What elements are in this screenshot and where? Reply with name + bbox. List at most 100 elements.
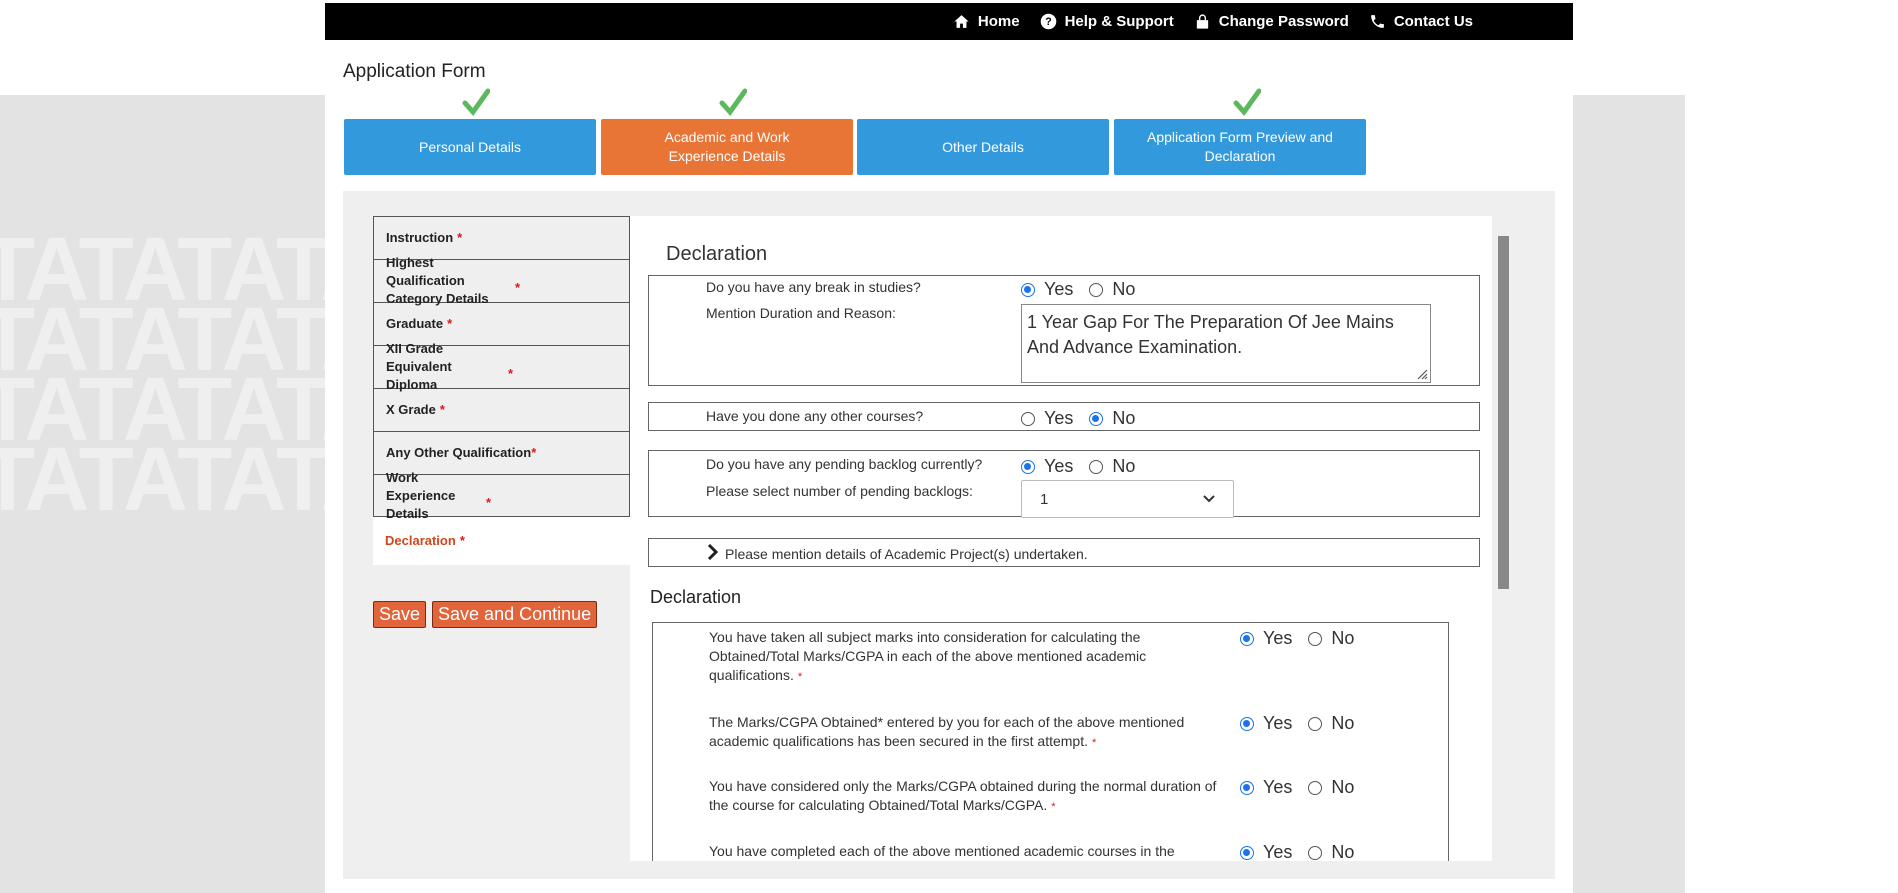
pending-backlog-radio-group: Yes No <box>1021 456 1135 477</box>
contact-us-label: Contact Us <box>1393 13 1473 30</box>
radio-button[interactable] <box>1240 716 1254 731</box>
declaration-1-no-option[interactable]: No <box>1308 628 1354 649</box>
required-marker: * <box>1051 801 1056 813</box>
select-value: 1 <box>1040 490 1049 508</box>
option-label: No <box>1112 279 1136 299</box>
duration-reason-value: 1 Year Gap For The Preparation Of Jee Ma… <box>1027 312 1394 357</box>
declaration-3-no-option[interactable]: No <box>1308 777 1354 798</box>
option-label: No <box>1331 713 1355 733</box>
svg-text:?: ? <box>1045 16 1051 28</box>
step-personal-details[interactable]: Personal Details <box>344 119 596 175</box>
backlog-yes-option[interactable]: Yes <box>1021 456 1073 477</box>
section-sidebar: Instruction * Highest Qualification Categ… <box>373 216 630 565</box>
backlog-no-option[interactable]: No <box>1089 456 1135 477</box>
declaration-item-1: You have taken all subject marks into co… <box>709 628 1219 687</box>
declaration-text: You have completed each of the above men… <box>709 843 1175 859</box>
help-icon: ? <box>1040 13 1056 30</box>
option-label: No <box>1331 628 1355 648</box>
declaration-4-yes-option[interactable]: Yes <box>1240 842 1292 861</box>
save-button[interactable]: Save <box>373 601 427 628</box>
checkmark-icon <box>1233 88 1261 116</box>
declaration-subtitle: Declaration <box>650 587 742 607</box>
break-no-option[interactable]: No <box>1089 279 1135 300</box>
declaration-text: You have taken all subject marks into co… <box>709 629 1147 683</box>
radio-button[interactable] <box>1308 780 1323 795</box>
form-actions: Save Save and Continue <box>373 601 598 628</box>
declaration-4-no-option[interactable]: No <box>1308 842 1354 861</box>
sidebar-item-xii-grade[interactable]: XII Grade Equivalent Diploma * <box>373 341 630 392</box>
declaration-panel: Declaration Do you have any break in stu… <box>630 216 1492 861</box>
chevron-right-icon[interactable] <box>707 544 719 560</box>
sidebar-item-declaration[interactable]: Declaration * <box>373 517 630 565</box>
declaration-1-yes-option[interactable]: Yes <box>1240 628 1292 649</box>
declaration-4-radio-group: Yes No <box>1240 842 1354 861</box>
sidebar-item-graduate[interactable]: Graduate * <box>373 302 630 345</box>
sidebar-item-x-grade[interactable]: X Grade * <box>373 388 630 431</box>
duration-reason-label: Mention Duration and Reason: <box>706 305 896 321</box>
sidebar-item-work-experience[interactable]: Work Experience Details * <box>373 470 630 521</box>
contact-us-link[interactable]: Contact Us <box>1369 13 1473 30</box>
radio-button[interactable] <box>1240 780 1254 795</box>
break-yes-option[interactable]: Yes <box>1021 279 1073 300</box>
required-marker: * <box>447 316 453 331</box>
required-marker: * <box>531 445 537 460</box>
page-title: Application Form <box>343 61 486 82</box>
academic-projects-label: Please mention details of Academic Proje… <box>725 546 1088 562</box>
backlog-count-label: Please select number of pending backlogs… <box>706 483 973 499</box>
courses-no-option[interactable]: No <box>1089 408 1135 429</box>
required-marker: * <box>797 671 803 683</box>
radio-button[interactable] <box>1089 459 1104 474</box>
radio-button[interactable] <box>1021 411 1035 426</box>
step-academic-work-details[interactable]: Academic and Work Experience Details <box>601 119 853 175</box>
radio-button[interactable] <box>1021 459 1035 474</box>
step-preview-declaration[interactable]: Application Form Preview and Declaration <box>1114 119 1366 175</box>
top-navigation-bar: Home ? Help & Support Change Password Co… <box>325 3 1573 40</box>
save-and-continue-button[interactable]: Save and Continue <box>432 601 598 628</box>
phone-icon <box>1370 15 1384 28</box>
radio-button[interactable] <box>1240 845 1254 860</box>
courses-yes-option[interactable]: Yes <box>1021 408 1073 429</box>
declaration-2-radio-group: Yes No <box>1240 713 1354 734</box>
sidebar-item-label: X Grade <box>386 402 436 417</box>
declaration-2-no-option[interactable]: No <box>1308 713 1354 734</box>
step-other-details[interactable]: Other Details <box>857 119 1109 175</box>
option-label: No <box>1112 456 1136 476</box>
sidebar-item-instruction[interactable]: Instruction * <box>373 216 630 259</box>
application-page: Home ? Help & Support Change Password Co… <box>325 0 1573 893</box>
home-link[interactable]: Home <box>953 13 1020 30</box>
change-password-link[interactable]: Change Password <box>1194 13 1349 30</box>
declaration-2-yes-option[interactable]: Yes <box>1240 713 1292 734</box>
declaration-1-radio-group: Yes No <box>1240 628 1354 649</box>
other-courses-question: Have you done any other courses? <box>706 408 924 424</box>
required-marker: * <box>459 533 465 548</box>
radio-button[interactable] <box>1308 716 1323 731</box>
panel-scrollbar[interactable] <box>1498 236 1509 589</box>
backlog-count-select[interactable]: 1 <box>1021 480 1234 518</box>
required-marker: * <box>508 366 514 381</box>
radio-button[interactable] <box>1089 282 1104 297</box>
required-marker: * <box>1091 737 1097 749</box>
radio-button[interactable] <box>1240 631 1254 646</box>
sidebar-item-label: Any Other Qualification <box>386 445 532 460</box>
section-title: Declaration <box>666 243 768 265</box>
option-label: Yes <box>1263 777 1293 797</box>
option-label: No <box>1112 408 1136 428</box>
checkmark-icon <box>719 88 747 116</box>
option-label: Yes <box>1044 456 1074 476</box>
radio-button[interactable] <box>1308 845 1323 860</box>
radio-button[interactable] <box>1308 631 1323 646</box>
sidebar-item-highest-qualification[interactable]: Highest Qualification Category Details * <box>373 255 630 306</box>
resize-handle-icon[interactable] <box>1414 366 1428 380</box>
declaration-3-yes-option[interactable]: Yes <box>1240 777 1292 798</box>
change-password-label: Change Password <box>1218 13 1349 30</box>
radio-button[interactable] <box>1021 282 1035 297</box>
top-nav-links: Home ? Help & Support Change Password Co… <box>953 3 1473 40</box>
sidebar-item-label: Declaration <box>385 533 456 548</box>
required-marker: * <box>486 494 492 510</box>
required-marker: * <box>439 402 445 417</box>
home-icon <box>954 15 969 28</box>
help-support-link[interactable]: ? Help & Support <box>1040 13 1174 30</box>
radio-button[interactable] <box>1089 411 1104 426</box>
help-support-label: Help & Support <box>1064 13 1174 30</box>
duration-reason-textarea[interactable]: 1 Year Gap For The Preparation Of Jee Ma… <box>1021 304 1431 383</box>
